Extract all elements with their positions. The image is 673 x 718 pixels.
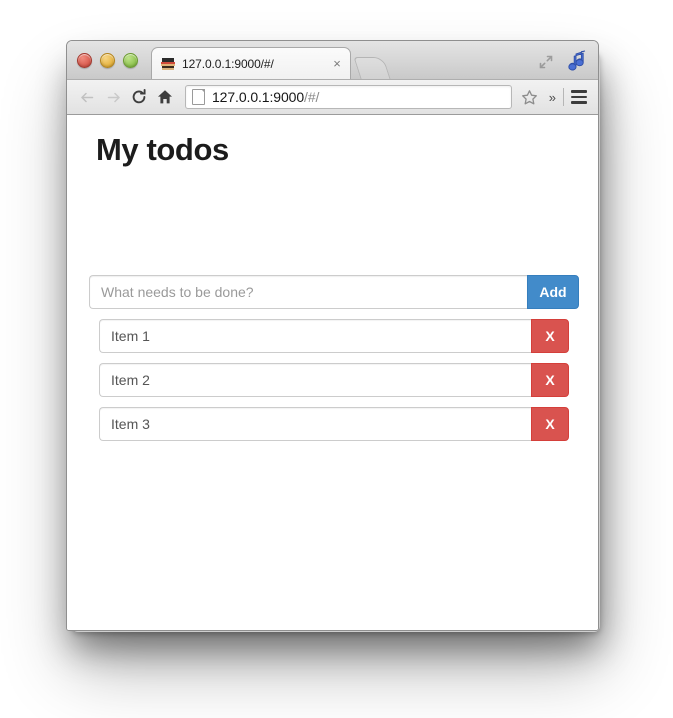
- address-bar[interactable]: 127.0.0.1:9000/#/: [185, 85, 512, 109]
- close-button[interactable]: [77, 53, 92, 68]
- music-note-icon[interactable]: [566, 49, 590, 75]
- forward-arrow-icon[interactable]: [101, 85, 125, 109]
- tabstrip-right-icons: [538, 47, 590, 77]
- browser-tab[interactable]: 127.0.0.1:9000/#/ ×: [151, 47, 351, 79]
- minimize-button[interactable]: [100, 53, 115, 68]
- todo-item: Item 1 X: [99, 319, 569, 353]
- new-todo-input[interactable]: [89, 275, 527, 309]
- todo-item-label: Item 1: [99, 319, 531, 353]
- reload-icon[interactable]: [127, 85, 151, 109]
- toolbar-divider: [563, 88, 564, 106]
- bookmark-star-icon[interactable]: [520, 87, 540, 107]
- screenshot-root: 127.0.0.1:9000/#/ × 127.0.0.1:9000/#/ » …: [0, 0, 673, 718]
- window-controls: [77, 53, 138, 68]
- todo-item: Item 3 X: [99, 407, 569, 441]
- new-tab-button[interactable]: [353, 57, 391, 79]
- tab-title: 127.0.0.1:9000/#/: [182, 56, 274, 71]
- add-todo-form: Add: [89, 275, 579, 309]
- back-arrow-icon[interactable]: [75, 85, 99, 109]
- url-path: /#/: [304, 89, 320, 105]
- toolbar-overflow-button[interactable]: »: [544, 90, 561, 105]
- page-document-icon: [192, 89, 205, 105]
- page-title: My todos: [96, 132, 229, 167]
- expand-fullscreen-icon[interactable]: [538, 54, 554, 70]
- url-host: 127.0.0.1:9000: [212, 89, 305, 105]
- address-bar-text: 127.0.0.1:9000/#/: [212, 89, 319, 105]
- todo-list: Item 1 X Item 2 X Item 3 X: [99, 319, 569, 451]
- delete-todo-button[interactable]: X: [531, 319, 569, 353]
- browser-tab-strip: 127.0.0.1:9000/#/ ×: [67, 41, 598, 80]
- browser-toolbar: 127.0.0.1:9000/#/ »: [67, 80, 598, 115]
- todo-item-label: Item 2: [99, 363, 531, 397]
- site-favicon: [160, 56, 176, 72]
- todo-item: Item 2 X: [99, 363, 569, 397]
- zoom-button[interactable]: [123, 53, 138, 68]
- todo-item-label: Item 3: [99, 407, 531, 441]
- close-icon[interactable]: ×: [330, 57, 344, 71]
- hamburger-menu-icon[interactable]: [568, 86, 590, 108]
- browser-window: 127.0.0.1:9000/#/ × 127.0.0.1:9000/#/ » …: [66, 40, 599, 631]
- delete-todo-button[interactable]: X: [531, 407, 569, 441]
- home-icon[interactable]: [153, 85, 177, 109]
- add-todo-button[interactable]: Add: [527, 275, 579, 309]
- delete-todo-button[interactable]: X: [531, 363, 569, 397]
- page-viewport: My todos Add Item 1 X Item 2 X Item 3 X: [67, 115, 598, 630]
